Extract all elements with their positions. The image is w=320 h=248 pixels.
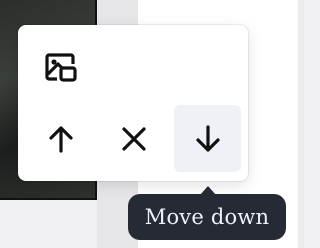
- move-down-button[interactable]: [174, 105, 241, 172]
- arrow-up-icon: [48, 125, 73, 153]
- arrow-down-icon: [195, 124, 220, 152]
- scrollbar-track[interactable]: [298, 0, 304, 248]
- replace-image-button[interactable]: [27, 34, 94, 101]
- move-up-button[interactable]: [27, 105, 94, 172]
- image-actions-popup: [18, 25, 248, 181]
- remove-button[interactable]: [100, 105, 167, 172]
- tooltip: Move down: [128, 194, 286, 240]
- replace-image-icon: [44, 52, 77, 82]
- close-icon: [121, 126, 146, 151]
- tooltip-text: Move down: [144, 205, 270, 229]
